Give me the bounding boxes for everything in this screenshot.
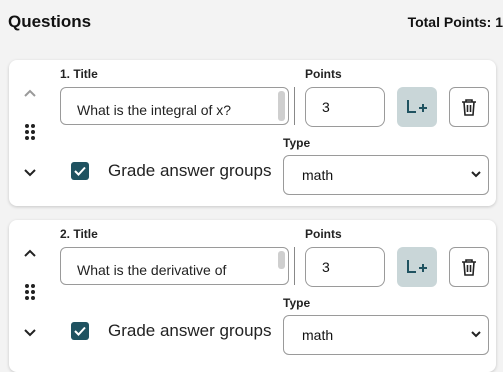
check-icon	[74, 166, 86, 176]
page-header: Questions Total Points: 1	[8, 12, 503, 34]
question-title-label: 2. Title	[60, 227, 98, 241]
chevron-up-icon[interactable]	[17, 82, 43, 104]
points-label: Points	[305, 227, 342, 241]
delete-button[interactable]	[449, 87, 489, 127]
points-field[interactable]: 3	[305, 87, 385, 127]
type-select[interactable]: math	[283, 155, 489, 195]
type-value: math	[302, 167, 334, 183]
chevron-up-icon[interactable]	[17, 242, 43, 264]
add-answer-icon	[407, 100, 427, 113]
reorder-controls	[17, 78, 43, 184]
divider	[294, 247, 295, 285]
total-points: Total Points: 1	[407, 14, 503, 30]
add-answer-icon	[407, 260, 427, 273]
add-answer-button[interactable]	[397, 87, 437, 127]
title-field[interactable]: What is the derivative of	[60, 247, 289, 285]
chevron-down-icon[interactable]	[17, 162, 43, 184]
scrollbar[interactable]	[278, 251, 285, 269]
grade-answer-groups-label: Grade answer groups	[108, 161, 272, 180]
chevron-down-icon	[471, 331, 481, 338]
add-answer-button[interactable]	[397, 247, 437, 287]
grade-answer-groups-label: Grade answer groups	[108, 321, 272, 340]
points-field[interactable]: 3	[305, 247, 385, 287]
trash-icon	[462, 99, 476, 116]
delete-button[interactable]	[449, 247, 489, 287]
grade-answer-groups-checkbox[interactable]	[71, 162, 89, 180]
type-value: math	[302, 327, 334, 343]
check-icon	[74, 326, 86, 336]
question-card: 2. Title Points What is the derivative o…	[9, 220, 496, 372]
scrollbar[interactable]	[278, 91, 285, 121]
drag-handle-icon[interactable]	[17, 281, 43, 303]
title-value: What is the integral of x?	[77, 102, 232, 118]
chevron-down-icon	[471, 171, 481, 178]
title-value: What is the derivative of	[77, 262, 227, 278]
grade-answer-groups-checkbox[interactable]	[71, 322, 89, 340]
trash-icon	[462, 259, 476, 276]
type-label: Type	[283, 296, 311, 310]
drag-handle-icon[interactable]	[17, 121, 43, 143]
type-label: Type	[283, 136, 311, 150]
reorder-controls	[17, 238, 43, 344]
question-card: 1. Title Points What is the integral of …	[9, 60, 496, 206]
divider	[294, 87, 295, 125]
page-title: Questions	[8, 12, 92, 31]
type-select[interactable]: math	[283, 315, 489, 355]
chevron-down-icon[interactable]	[17, 322, 43, 344]
question-title-label: 1. Title	[60, 67, 98, 81]
title-field[interactable]: What is the integral of x?	[60, 87, 289, 125]
points-label: Points	[305, 67, 342, 81]
